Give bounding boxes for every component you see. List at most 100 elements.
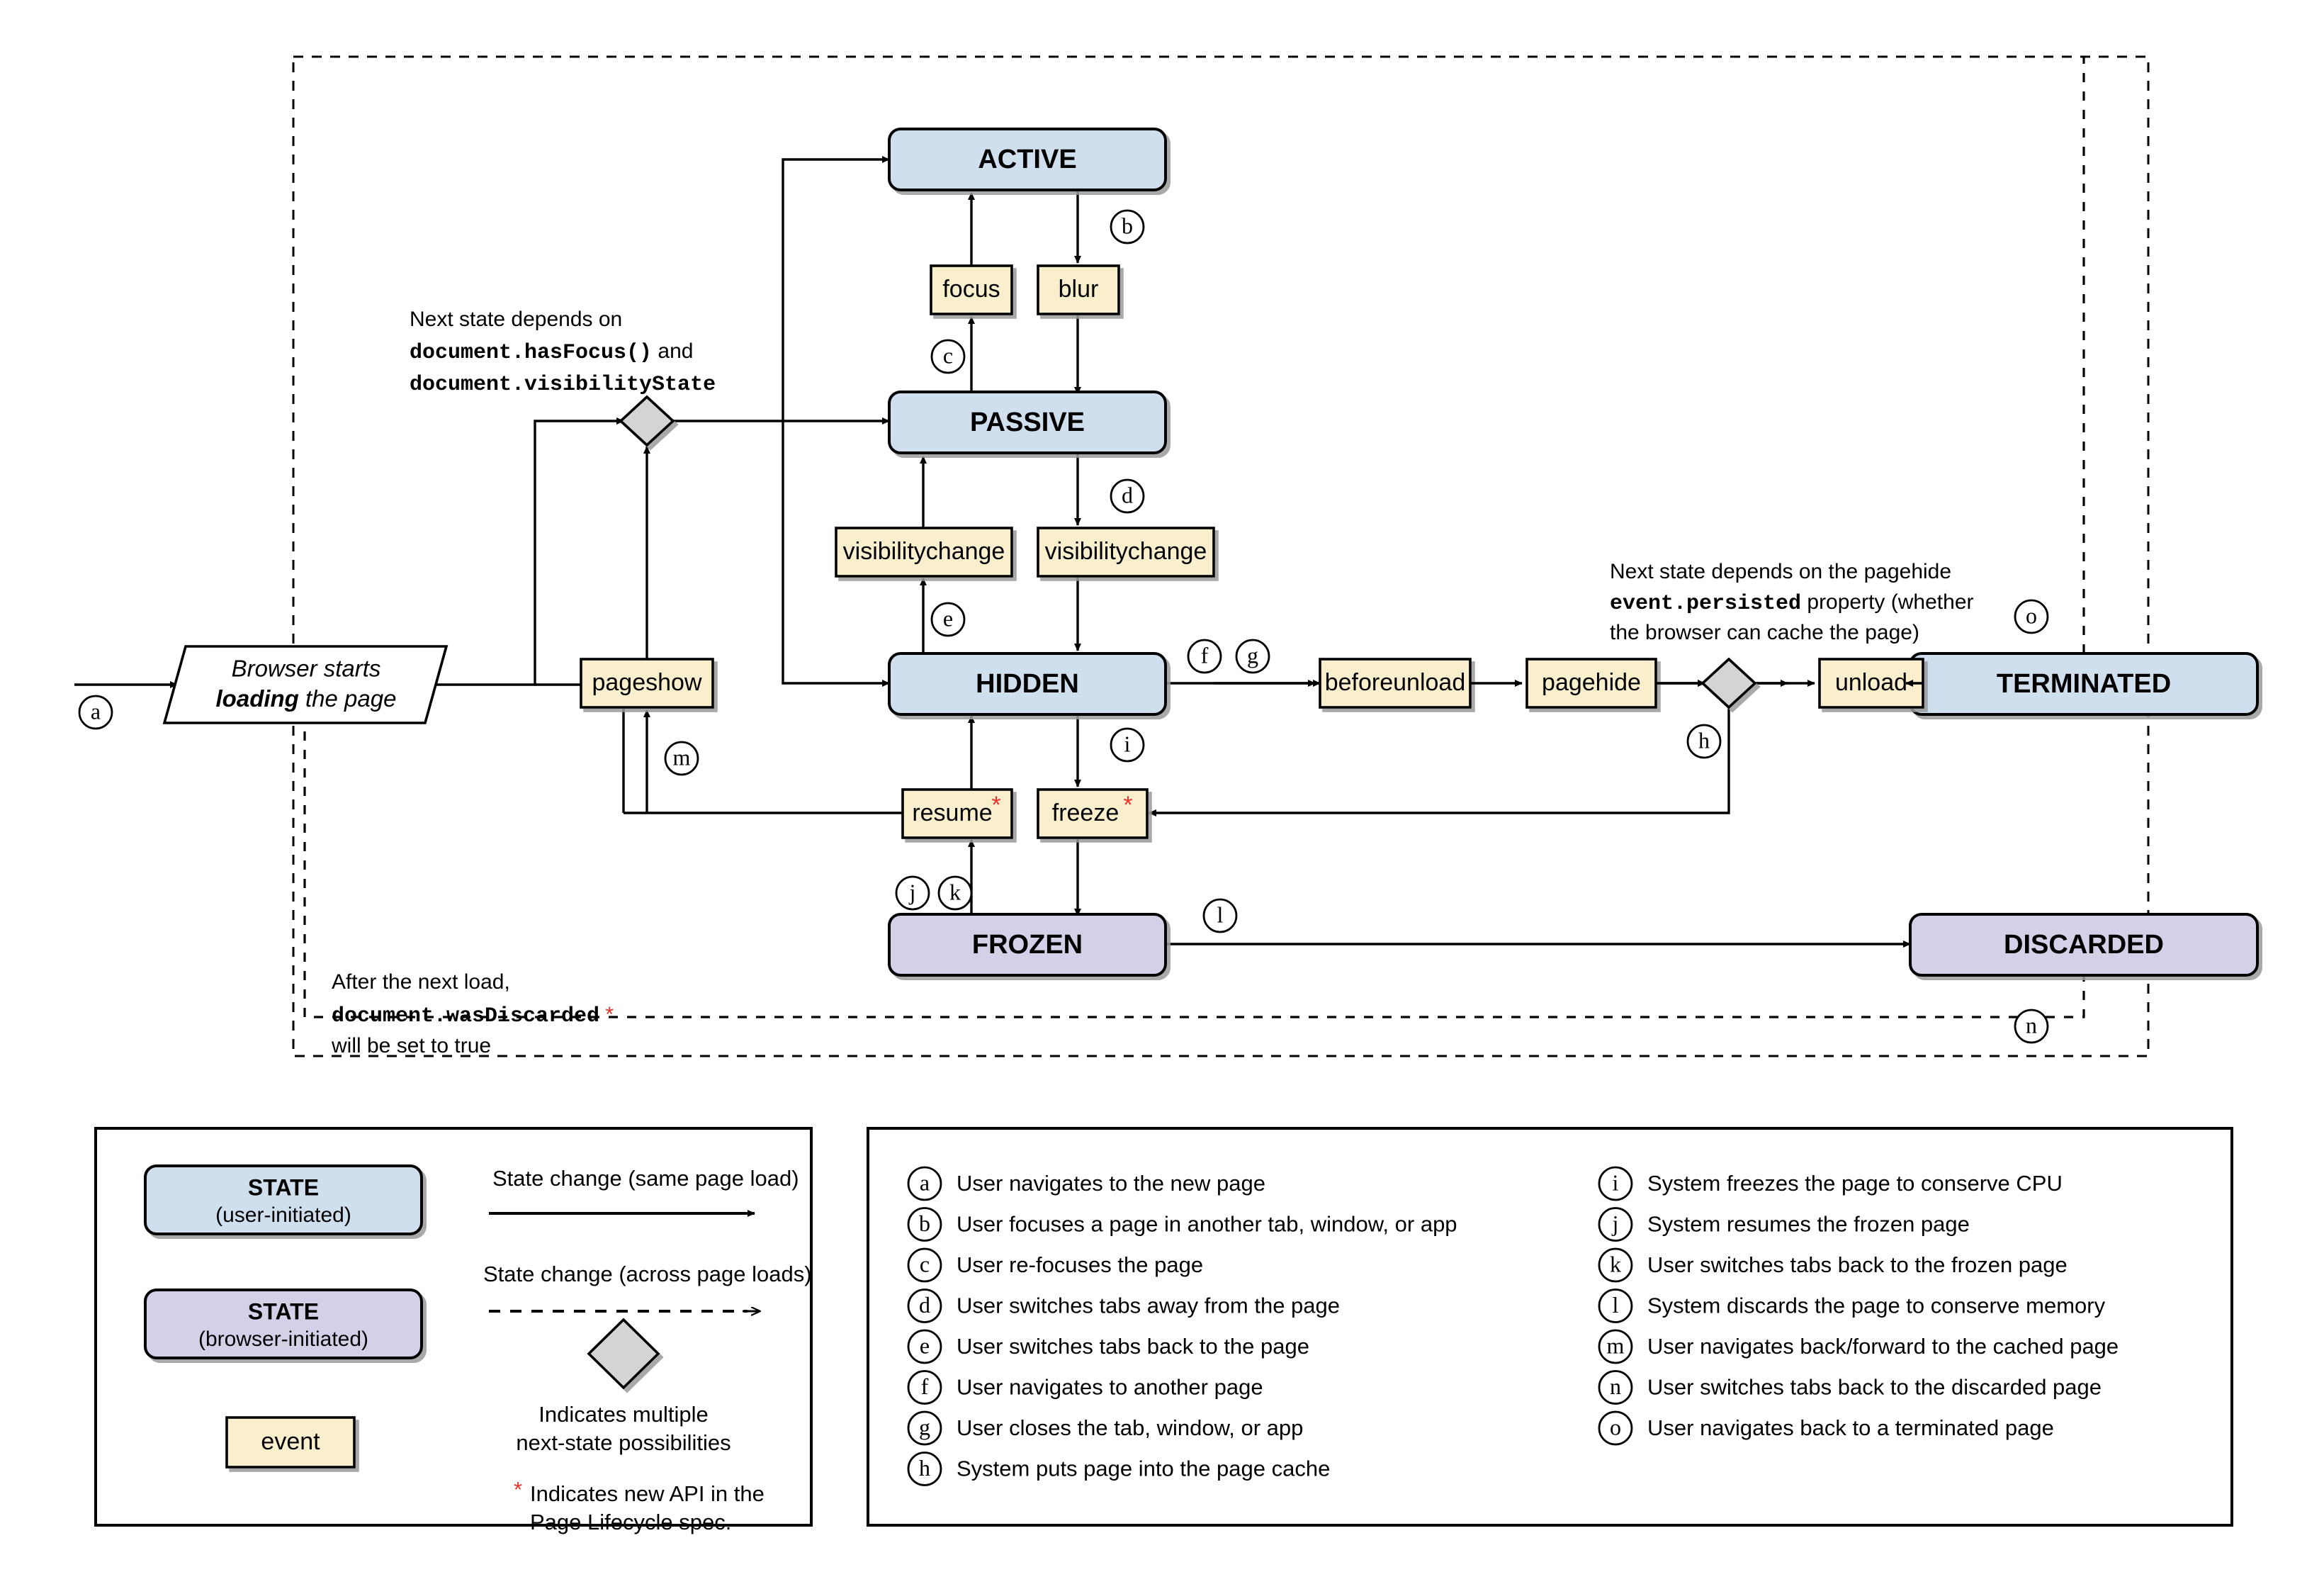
svg-text:next-state possibilities: next-state possibilities	[516, 1430, 731, 1455]
event-focus[interactable]: focus	[930, 264, 1013, 315]
legend-marker-letter: e	[920, 1332, 930, 1358]
legend-list-item: a User navigates to the new page	[907, 1166, 1265, 1201]
legend-marker-letter: m	[1607, 1332, 1625, 1358]
legend-item-text: System freezes the page to conserve CPU	[1647, 1171, 2063, 1196]
legend-item-text: User closes the tab, window, or app	[957, 1415, 1303, 1440]
legend-marker-letter: i	[1613, 1169, 1619, 1195]
svg-text:e: e	[943, 605, 953, 631]
event-pageshow[interactable]: pageshow	[580, 658, 714, 709]
legend-list-panel: a User navigates to the new page b User foc…	[867, 1127, 2233, 1527]
svg-text:f: f	[1201, 642, 1209, 668]
legend-list-item: g User closes the tab, window, or app	[907, 1410, 1303, 1446]
event-visibilitychange-left[interactable]: visibilitychange	[835, 527, 1013, 578]
event-focus-label: focus	[942, 276, 1000, 303]
legend-list-item: k User switches tabs back to the frozen p…	[1598, 1247, 2068, 1283]
new-api-asterisk-icon: *	[991, 792, 1000, 819]
marker-b: b	[1110, 209, 1145, 245]
event-freeze[interactable]: freeze *	[1037, 788, 1149, 839]
svg-text:c: c	[943, 342, 953, 368]
marker-e: e	[930, 602, 966, 637]
svg-text:event: event	[261, 1428, 320, 1455]
legend-item-text: User switches tabs away from the page	[957, 1293, 1340, 1318]
legend-item-text: User navigates to another page	[957, 1375, 1263, 1400]
marker-m: m	[664, 741, 699, 776]
marker-l: l	[1202, 898, 1238, 933]
event-pagehide[interactable]: pagehide	[1525, 658, 1657, 709]
legend-item-text: User re-focuses the page	[957, 1252, 1203, 1277]
marker-h: h	[1686, 724, 1722, 759]
state-active-label: ACTIVE	[978, 145, 1076, 174]
legend-marker-letter: b	[919, 1211, 930, 1236]
svg-text:State change (across page load: State change (across page loads)	[483, 1262, 812, 1286]
state-terminated[interactable]: TERMINATED	[1909, 652, 2259, 716]
state-passive-label: PASSIVE	[970, 408, 1085, 437]
event-unload-label: unload	[1835, 669, 1907, 696]
event-blur-label: blur	[1059, 276, 1099, 303]
legend-item-text: User switches tabs back to the discarded…	[1647, 1375, 2102, 1400]
legend-item-text: User navigates back/forward to the cache…	[1647, 1334, 2119, 1359]
svg-text:b: b	[1122, 213, 1133, 238]
event-blur[interactable]: blur	[1037, 264, 1120, 315]
svg-text:Indicates new API in the: Indicates new API in the	[530, 1481, 765, 1506]
note-next-state-focus: Next state depends on document.hasFocus(…	[410, 308, 716, 397]
svg-text:(user-initiated): (user-initiated)	[215, 1203, 351, 1227]
legend-list-item: e User switches tabs back to the page	[907, 1329, 1309, 1364]
state-passive[interactable]: PASSIVE	[888, 391, 1167, 454]
svg-text:State change (same page load): State change (same page load)	[492, 1166, 799, 1191]
event-resume-label: resume	[912, 799, 992, 826]
svg-text:(browser-initiated): (browser-initiated)	[198, 1327, 368, 1351]
note-was-discarded: After the next load, document.wasDiscard…	[331, 970, 614, 1057]
svg-text:Next state depends on the page: Next state depends on the pagehide	[1610, 560, 1951, 583]
legend-state-user: STATE (user-initiated)	[144, 1164, 423, 1235]
event-visibilitychange-right[interactable]: visibilitychange	[1037, 527, 1215, 578]
event-resume[interactable]: resume *	[901, 788, 1013, 839]
start-node: Browser starts loading the page	[162, 645, 449, 724]
svg-text:Next state depends on: Next state depends on	[410, 308, 622, 331]
legend-item-text: System puts page into the page cache	[957, 1456, 1330, 1481]
start-node-line2: loading the page	[216, 685, 397, 712]
page-lifecycle-diagram: Browser starts loading the page ACTIVE P…	[74, 55, 2259, 1534]
svg-text:document.wasDiscarded *: document.wasDiscarded *	[332, 1003, 614, 1028]
state-hidden[interactable]: HIDDEN	[888, 652, 1167, 716]
decision-diamond-focus-visibility	[619, 395, 675, 447]
state-active[interactable]: ACTIVE	[888, 128, 1167, 191]
svg-text:l: l	[1217, 902, 1224, 927]
legend-state-browser: STATE (browser-initiated)	[144, 1289, 423, 1359]
legend-list-item: j System resumes the frozen page	[1598, 1207, 1970, 1242]
legend-marker-letter: g	[919, 1414, 930, 1439]
svg-text:document.visibilityState: document.visibilityState	[410, 373, 716, 397]
note-persisted: Next state depends on the pagehide event…	[1610, 560, 1974, 644]
legend-marker-letter: o	[1610, 1414, 1621, 1439]
decision-diamond-persisted	[1700, 657, 1757, 709]
svg-text:o: o	[2026, 602, 2037, 628]
legend-list-item: n User switches tabs back to the discarde…	[1598, 1370, 2102, 1405]
event-beforeunload[interactable]: beforeunload	[1319, 658, 1472, 709]
svg-text:m: m	[673, 744, 691, 770]
state-frozen[interactable]: FROZEN	[888, 913, 1167, 977]
legend-list-item: o User navigates back to a terminated pag…	[1598, 1410, 2054, 1446]
svg-text:STATE: STATE	[248, 1298, 319, 1324]
start-node-line1: Browser starts	[232, 656, 381, 682]
svg-text:j: j	[909, 879, 916, 904]
legend-list-item: l System discards the page to conserve me…	[1598, 1289, 2106, 1323]
legend-marker-letter: l	[1613, 1292, 1619, 1318]
legend-item-text: System discards the page to conserve mem…	[1647, 1293, 2106, 1318]
legend-list-item: m User navigates back/forward to the cach…	[1598, 1329, 2119, 1364]
state-discarded[interactable]: DISCARDED	[1909, 913, 2259, 977]
legend-marker-letter: k	[1610, 1251, 1621, 1276]
new-api-asterisk-icon: *	[1123, 792, 1132, 819]
diagram-root: Browser starts loading the page ACTIVE P…	[0, 0, 2324, 1572]
svg-text:event.persisted property (whet: event.persisted property (whether	[1610, 590, 1974, 616]
legend-item-text: User navigates back to a terminated page	[1647, 1415, 2054, 1440]
legend-list-item: d User switches tabs away from the page	[907, 1289, 1340, 1323]
event-visibilitychange-right-label: visibilitychange	[1045, 538, 1207, 565]
marker-k: k	[937, 875, 973, 911]
marker-a: a	[78, 695, 113, 730]
marker-o: o	[2014, 599, 2049, 634]
event-freeze-label: freeze	[1052, 799, 1119, 826]
marker-j: j	[895, 875, 930, 911]
svg-text:i: i	[1124, 731, 1131, 756]
svg-text:Indicates multiple: Indicates multiple	[538, 1402, 709, 1427]
legend-event-box: event	[225, 1416, 356, 1469]
legend-item-text: User switches tabs back to the frozen pa…	[1647, 1252, 2068, 1277]
